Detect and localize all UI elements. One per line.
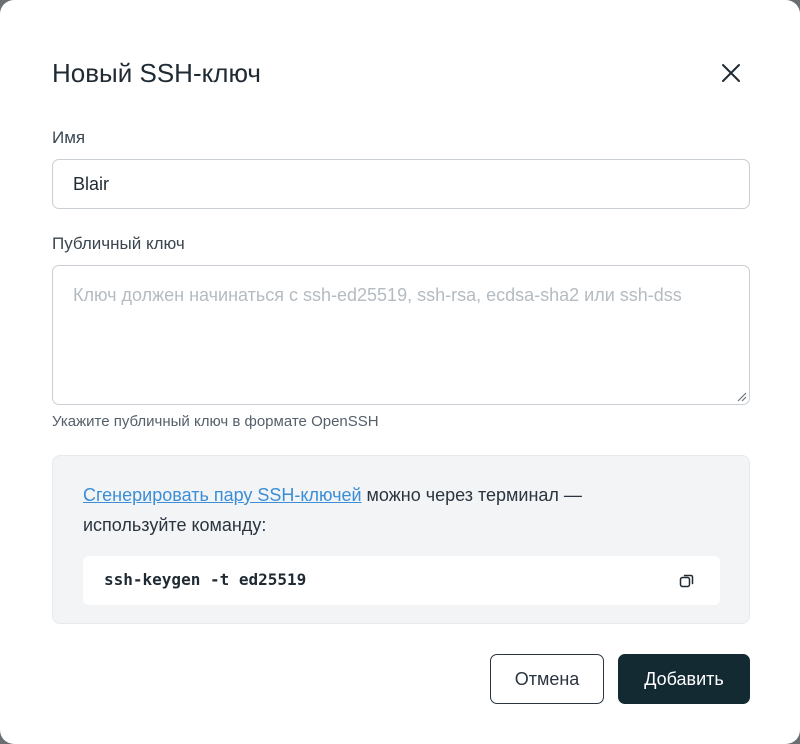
command-box: ssh-keygen -t ed25519 bbox=[83, 556, 720, 605]
dialog-title: Новый SSH-ключ bbox=[52, 58, 261, 88]
name-label: Имя bbox=[52, 128, 86, 147]
generate-keys-link[interactable]: Сгенерировать пару SSH-ключей bbox=[83, 485, 362, 505]
public-key-hint: Укажите публичный ключ в формате OpenSSH bbox=[52, 413, 379, 430]
name-input[interactable] bbox=[52, 159, 750, 209]
generate-key-info: Сгенерировать пару SSH-ключей можно чере… bbox=[52, 455, 750, 624]
public-key-label: Публичный ключ bbox=[52, 234, 185, 253]
new-ssh-key-dialog: Новый SSH-ключ Имя Публичный ключ Укажит… bbox=[0, 0, 800, 744]
close-icon bbox=[722, 64, 740, 82]
copy-icon bbox=[679, 574, 694, 588]
command-text: ssh-keygen -t ed25519 bbox=[104, 570, 307, 589]
copy-command-button[interactable] bbox=[677, 571, 697, 591]
cancel-button[interactable]: Отмена bbox=[490, 654, 604, 704]
close-button[interactable] bbox=[714, 56, 748, 90]
info-text: Сгенерировать пару SSH-ключей можно чере… bbox=[83, 480, 683, 540]
public-key-textarea[interactable] bbox=[52, 265, 750, 405]
add-button[interactable]: Добавить bbox=[618, 654, 750, 704]
resize-handle-icon[interactable] bbox=[736, 391, 747, 402]
